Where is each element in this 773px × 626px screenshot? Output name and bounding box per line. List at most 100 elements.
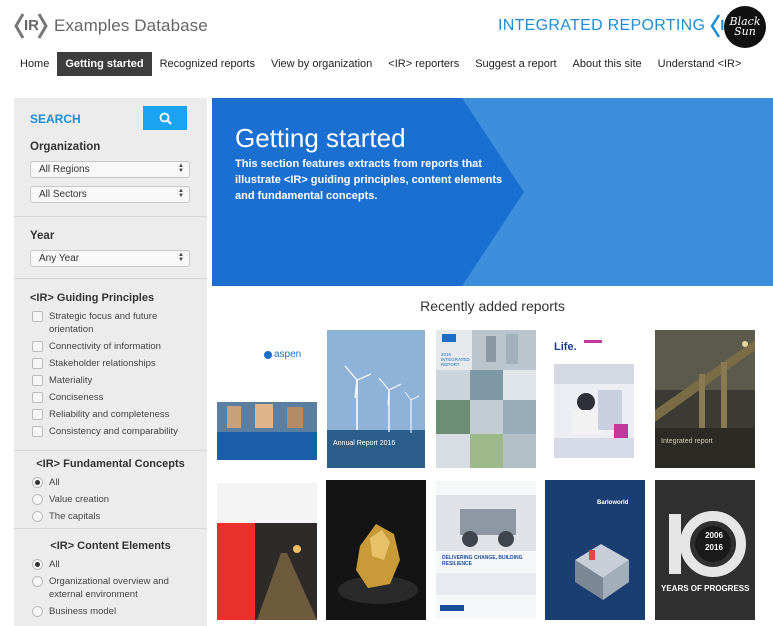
getting-started-hero: Getting started This section features ex… [212,98,773,286]
option-label: All [49,559,60,570]
fundamental-option[interactable]: The capitals [32,510,204,523]
region-select[interactable]: All Regions ▲ ▼ [30,161,190,178]
guiding-option[interactable]: Connectivity of information [32,340,204,353]
content-elements-label: <IR> Content Elements [50,540,171,552]
cover-art [217,351,317,460]
sector-select[interactable]: All Sectors ▲ ▼ [30,186,190,203]
divider [14,450,207,451]
checkbox[interactable] [32,426,43,437]
nav-home[interactable]: Home [12,52,57,76]
cover-art [327,330,425,468]
option-label: Materiality [49,375,93,386]
main-nav: Home Getting started Recognized reports … [12,52,749,76]
year-select-value: Any Year [39,253,80,264]
radio[interactable] [32,511,43,522]
option-label: Stakeholder relationships [49,358,156,369]
cover-caption: Annual Report 2016 [333,440,396,447]
cover-brand: Barloworld [597,500,629,506]
guiding-option[interactable]: Materiality [32,374,204,387]
report-cover-aspen[interactable]: aspen [217,330,317,460]
region-select-value: All Regions [39,164,90,175]
radio[interactable] [32,559,43,570]
report-cover-anglo-american[interactable]: DELIVERING CHANGE, BUILDING RESILIENCE [436,481,536,619]
nav-ir-reporters[interactable]: <IR> reporters [380,52,467,76]
cover-caption: YEARS OF PROGRESS [661,584,750,593]
radio[interactable] [32,477,43,488]
report-cover-conveyor[interactable]: Integrated report [655,330,755,468]
option-label: The capitals [49,511,101,522]
nav-getting-started[interactable]: Getting started [57,52,152,76]
option-label: Conciseness [49,392,104,403]
cover-caption: Integrated report [661,438,713,445]
nav-suggest-report[interactable]: Suggest a report [467,52,564,76]
cover-brand: Life. [554,341,577,353]
search-button[interactable] [143,106,187,130]
sector-select-value: All Sectors [39,189,87,200]
cover-brand: aspen [274,349,302,360]
checkbox[interactable] [32,311,43,322]
option-label: Reliability and completeness [49,409,170,420]
ir-examples-logo[interactable]: IR Examples Database [14,12,208,40]
badge-text: Black Sun [729,15,761,38]
year-label: Year [30,230,55,242]
checkbox[interactable] [32,409,43,420]
ir-bracket-icon: IR [14,12,48,40]
checkbox[interactable] [32,375,43,386]
guiding-option[interactable]: Consistency and comparability [32,425,204,438]
radio[interactable] [32,606,43,617]
divider [14,528,207,529]
radio[interactable] [32,576,43,587]
content-option[interactable]: Organizational overview and external env… [32,575,204,601]
recent-reports-title: Recently added reports [420,298,565,314]
content-option[interactable]: All [32,558,204,571]
year-select[interactable]: Any Year ▲ ▼ [30,250,190,267]
integrated-reporting-logo[interactable]: INTEGRATED REPORTING IR [498,13,747,39]
select-arrows-icon: ▲ ▼ [178,252,184,263]
report-cover-ten-years[interactable]: 2006 2016 YEARS OF PROGRESS [655,480,755,620]
guiding-option[interactable]: Conciseness [32,391,204,404]
guiding-option[interactable]: Reliability and completeness [32,408,204,421]
divider [14,278,207,279]
hero-description: This section features extracts from repo… [235,158,503,202]
select-arrows-icon: ▲ ▼ [178,163,184,174]
checkbox[interactable] [32,341,43,352]
report-cover-gold[interactable] [326,480,426,620]
option-label: Organizational overview and external env… [49,576,169,600]
fundamental-option[interactable]: All [32,476,204,489]
cover-art [217,483,317,620]
brand-text: INTEGRATED REPORTING [498,17,706,34]
guiding-principles-label: <IR> Guiding Principles [30,292,155,304]
fundamental-option[interactable]: Value creation [32,493,204,506]
report-cover-red[interactable] [217,483,317,620]
option-label: Business model [49,606,117,617]
option-label: Consistency and comparability [49,426,178,437]
report-cover-barloworld[interactable]: Barloworld [545,480,645,620]
site-header: IR Examples Database INTEGRATED REPORTIN… [0,0,773,50]
report-cover-liberty[interactable]: Life. [554,330,634,458]
guiding-option[interactable]: Stakeholder relationships [32,357,204,370]
nav-recognized-reports[interactable]: Recognized reports [152,52,263,76]
option-label: Strategic focus and future orientation [49,311,158,335]
radio[interactable] [32,494,43,505]
checkbox[interactable] [32,358,43,369]
ir-mark-text: IR [24,17,39,34]
nav-view-by-organization[interactable]: View by organization [263,52,380,76]
checkbox[interactable] [32,392,43,403]
cover-art [436,330,536,468]
report-cover-transnet[interactable]: 2016 INTEGRATED REPORT [436,330,536,468]
cover-caption: 2016 INTEGRATED REPORT [441,352,470,367]
search-sidebar: SEARCH Organization All Regions ▲ ▼ All S… [14,98,207,626]
search-icon [159,112,172,125]
guiding-option[interactable]: Strategic focus and future orientation [32,310,204,336]
hero-title: Getting started [235,123,406,153]
cover-art [655,330,755,468]
nav-about[interactable]: About this site [565,52,650,76]
nav-understand-ir[interactable]: Understand <IR> [650,52,750,76]
black-sun-logo[interactable]: Black Sun [724,6,766,48]
search-heading: SEARCH [30,112,81,126]
content-option[interactable]: Business model [32,605,204,618]
cover-art [436,481,536,619]
report-cover-wind[interactable]: Annual Report 2016 [327,330,425,468]
option-label: All [49,477,60,488]
fundamental-concepts-label: <IR> Fundamental Concepts [36,458,185,470]
